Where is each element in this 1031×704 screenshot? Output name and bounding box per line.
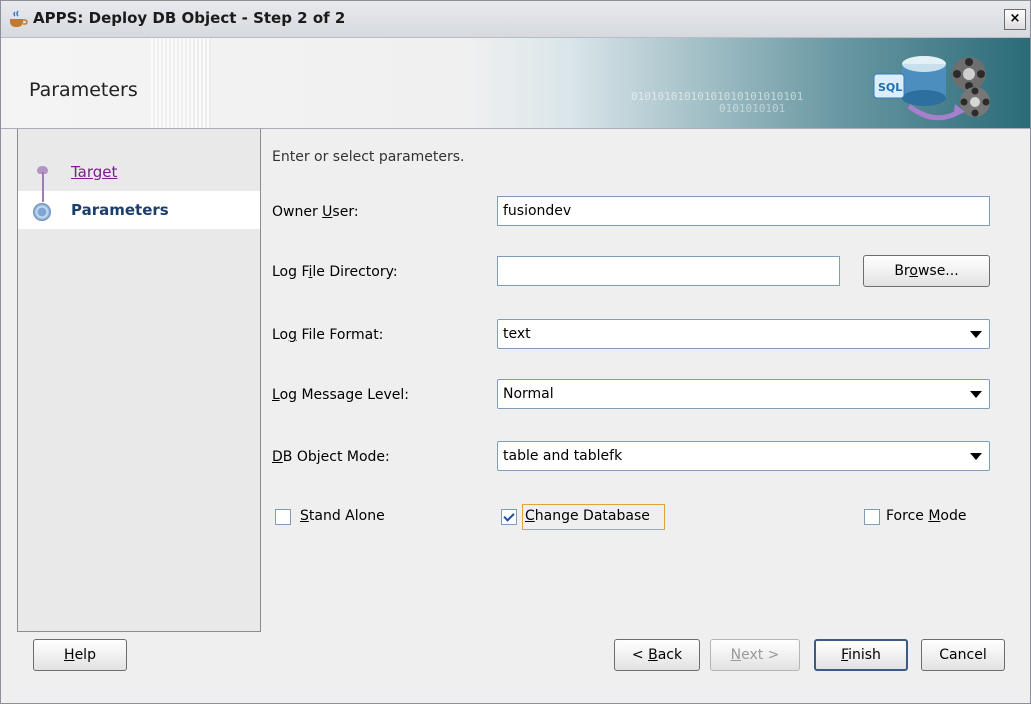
- step-current-marker-icon: [33, 203, 51, 221]
- database-deploy-graphic: SQL: [873, 56, 990, 121]
- window-title: APPS: Deploy DB Object - Step 2 of 2: [33, 9, 346, 27]
- back-button[interactable]: < Back: [614, 639, 700, 671]
- force-mode-checkbox[interactable]: [864, 509, 880, 525]
- intro-text: Enter or select parameters.: [272, 149, 465, 165]
- dropdown-arrow-icon: [970, 391, 982, 398]
- stand-alone-checkbox[interactable]: [275, 509, 291, 525]
- finish-button[interactable]: Finish: [814, 639, 908, 671]
- step-connector: [42, 172, 44, 202]
- title-bar: APPS: Deploy DB Object - Step 2 of 2 ×: [1, 1, 1030, 38]
- banner-stripes: [151, 38, 211, 128]
- db-mode-select[interactable]: table and tablefk: [497, 441, 990, 471]
- log-format-select[interactable]: text: [497, 319, 990, 349]
- svg-text:SQL: SQL: [878, 81, 902, 94]
- browse-button[interactable]: Browse...: [863, 255, 990, 287]
- force-mode-label[interactable]: Force Mode: [886, 508, 967, 524]
- close-button[interactable]: ×: [1004, 9, 1026, 30]
- header-banner: Parameters 01010101010101010101010101 01…: [1, 38, 1030, 129]
- step-parameters-label: Parameters: [71, 201, 169, 219]
- wizard-steps-panel: Target Parameters: [17, 129, 261, 632]
- cancel-button[interactable]: Cancel: [921, 639, 1005, 671]
- log-level-label: Log Message Level:: [272, 387, 409, 403]
- db-mode-value: table and tablefk: [503, 448, 623, 464]
- button-bar: Help < Back Next > Finish Cancel: [1, 631, 1030, 703]
- db-mode-label: DB Object Mode:: [272, 449, 390, 465]
- stand-alone-label[interactable]: Stand Alone: [300, 508, 385, 524]
- step-target[interactable]: Target: [18, 153, 260, 191]
- parameters-form: Enter or select parameters. Owner User: …: [260, 129, 1030, 631]
- log-level-value: Normal: [503, 386, 554, 402]
- help-button[interactable]: Help: [33, 639, 127, 671]
- owner-user-input[interactable]: fusiondev: [497, 196, 990, 226]
- log-format-label: Log File Format:: [272, 327, 384, 343]
- owner-user-label: Owner User:: [272, 204, 359, 220]
- change-database-label[interactable]: Change Database: [525, 508, 650, 524]
- dropdown-arrow-icon: [970, 331, 982, 338]
- log-dir-input[interactable]: [497, 256, 840, 286]
- banner-binary-text-2: 0101010101: [719, 102, 786, 115]
- change-database-checkbox[interactable]: [501, 509, 517, 525]
- dialog-window: APPS: Deploy DB Object - Step 2 of 2 × P…: [0, 0, 1031, 704]
- log-format-value: text: [503, 326, 531, 342]
- app-cup-icon: [10, 10, 28, 27]
- next-button[interactable]: Next >: [710, 639, 800, 671]
- page-heading: Parameters: [29, 79, 138, 101]
- log-dir-label: Log File Directory:: [272, 264, 398, 280]
- step-target-label[interactable]: Target: [71, 163, 117, 181]
- log-level-select[interactable]: Normal: [497, 379, 990, 409]
- step-parameters[interactable]: Parameters: [18, 191, 260, 229]
- dropdown-arrow-icon: [970, 453, 982, 460]
